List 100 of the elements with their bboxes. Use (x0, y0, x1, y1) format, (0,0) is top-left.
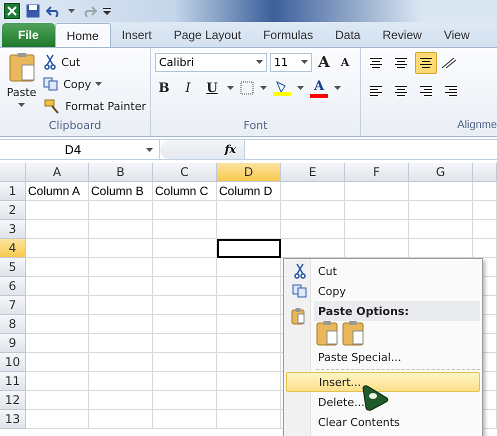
column-header[interactable]: A (26, 163, 89, 182)
insert-function-button[interactable]: fx (224, 143, 236, 156)
grid-cell[interactable] (89, 372, 153, 391)
grid-cell[interactable] (153, 201, 217, 220)
grid-cell[interactable] (26, 277, 89, 296)
ribbon-tab[interactable]: Data (324, 23, 372, 47)
ribbon-tab[interactable]: Insert (110, 23, 163, 47)
grid-cell[interactable] (26, 410, 89, 429)
grid-cell[interactable] (26, 391, 89, 410)
row-header[interactable]: 3 (0, 220, 26, 239)
row-header[interactable]: 5 (0, 258, 26, 277)
name-box[interactable]: D4 (0, 140, 160, 159)
active-cell[interactable] (217, 239, 281, 258)
ribbon-tab[interactable]: Formulas (252, 23, 324, 47)
grid-cell[interactable] (473, 220, 497, 239)
row-header[interactable]: 9 (0, 334, 26, 353)
menu-item[interactable]: Copy (286, 281, 480, 301)
row-header[interactable]: 8 (0, 315, 26, 334)
grid-cell[interactable] (26, 334, 89, 353)
grid-cell[interactable] (89, 258, 153, 277)
row-header[interactable]: 4 (0, 239, 26, 258)
ribbon-tab[interactable]: View (432, 23, 481, 47)
grid-cell[interactable] (217, 277, 281, 296)
grid-cell[interactable] (217, 353, 281, 372)
grid-cell[interactable] (153, 277, 217, 296)
grid-cell[interactable] (153, 391, 217, 410)
paste-formatting-button[interactable] (316, 320, 338, 348)
grid-cell[interactable] (89, 220, 153, 239)
grid-cell[interactable] (89, 239, 153, 258)
menu-item[interactable]: Insert... (286, 372, 480, 392)
grid-cell[interactable] (89, 334, 153, 353)
shrink-font-button[interactable]: A (336, 52, 354, 72)
row-header[interactable]: 2 (0, 201, 26, 220)
ribbon-tab[interactable]: Review (371, 23, 433, 47)
cell-text[interactable]: Column B (89, 182, 153, 201)
grid-cell[interactable] (153, 353, 217, 372)
column-header[interactable]: D (217, 163, 281, 182)
grid-cell[interactable] (217, 410, 281, 429)
grid-cell[interactable] (345, 201, 409, 220)
paste-values-button[interactable] (342, 320, 364, 348)
grid-cell[interactable] (345, 220, 409, 239)
grid-cell[interactable] (26, 220, 89, 239)
grid-cell[interactable] (409, 220, 473, 239)
column-header[interactable]: B (89, 163, 153, 182)
grid-cell[interactable] (281, 220, 345, 239)
grid-cell[interactable] (217, 258, 281, 277)
column-header[interactable]: G (409, 163, 473, 182)
row-header[interactable]: 11 (0, 372, 26, 391)
grid-cell[interactable] (26, 315, 89, 334)
grid-cell[interactable] (26, 353, 89, 372)
grid-cell[interactable] (281, 201, 345, 220)
row-header[interactable]: 7 (0, 296, 26, 315)
grid-cell[interactable] (26, 201, 89, 220)
bold-button[interactable]: B (155, 78, 173, 98)
ribbon-tab[interactable]: File (2, 23, 55, 47)
format-painter-button[interactable]: Format Painter (43, 96, 146, 116)
font-size-field[interactable]: 11 (270, 52, 312, 72)
menu-item[interactable]: Delete... (286, 392, 480, 412)
cell-text[interactable]: Column C (153, 182, 217, 201)
grid-cell[interactable] (89, 410, 153, 429)
grid-cell[interactable] (217, 220, 281, 239)
grid-cell[interactable] (26, 258, 89, 277)
underline-button[interactable]: U (203, 78, 221, 98)
grid-cell[interactable] (153, 296, 217, 315)
font-color-button[interactable]: A (310, 78, 328, 98)
row-header[interactable]: 10 (0, 353, 26, 372)
ribbon-tab[interactable]: Page Layout (162, 23, 252, 47)
column-header[interactable] (473, 163, 497, 182)
grid-cell[interactable] (89, 296, 153, 315)
row-header[interactable]: 1 (0, 182, 26, 201)
column-header[interactable]: C (153, 163, 217, 182)
menu-item[interactable]: Cut (286, 261, 480, 281)
grow-font-button[interactable]: A (315, 52, 333, 72)
select-all-corner[interactable] (0, 163, 26, 182)
grid-cell[interactable] (409, 182, 473, 201)
grid-cell[interactable] (153, 334, 217, 353)
grid-cell[interactable] (89, 353, 153, 372)
bottom-align-button[interactable] (415, 52, 437, 74)
grid-cell[interactable] (473, 201, 497, 220)
grid-cell[interactable] (153, 239, 217, 258)
grid-cell[interactable] (345, 182, 409, 201)
paste-button[interactable]: Paste (4, 52, 40, 119)
row-header[interactable]: 13 (0, 410, 26, 429)
grid-cell[interactable] (217, 201, 281, 220)
cell-text[interactable]: Column A (26, 182, 89, 201)
menu-item[interactable]: Clear Contents (286, 412, 480, 432)
italic-button[interactable]: I (179, 78, 197, 98)
cut-button[interactable]: Cut (43, 52, 146, 72)
grid-cell[interactable] (217, 334, 281, 353)
ribbon-tab[interactable]: Home (54, 23, 111, 47)
grid-cell[interactable] (26, 296, 89, 315)
grid-cell[interactable] (89, 201, 153, 220)
grid-cell[interactable] (281, 182, 345, 201)
column-header[interactable]: E (281, 163, 345, 182)
grid-cell[interactable] (473, 182, 497, 201)
grid-cell[interactable] (153, 220, 217, 239)
grid-cell[interactable] (217, 296, 281, 315)
grid-cell[interactable] (89, 391, 153, 410)
row-header[interactable]: 12 (0, 391, 26, 410)
grid-cell[interactable] (217, 372, 281, 391)
